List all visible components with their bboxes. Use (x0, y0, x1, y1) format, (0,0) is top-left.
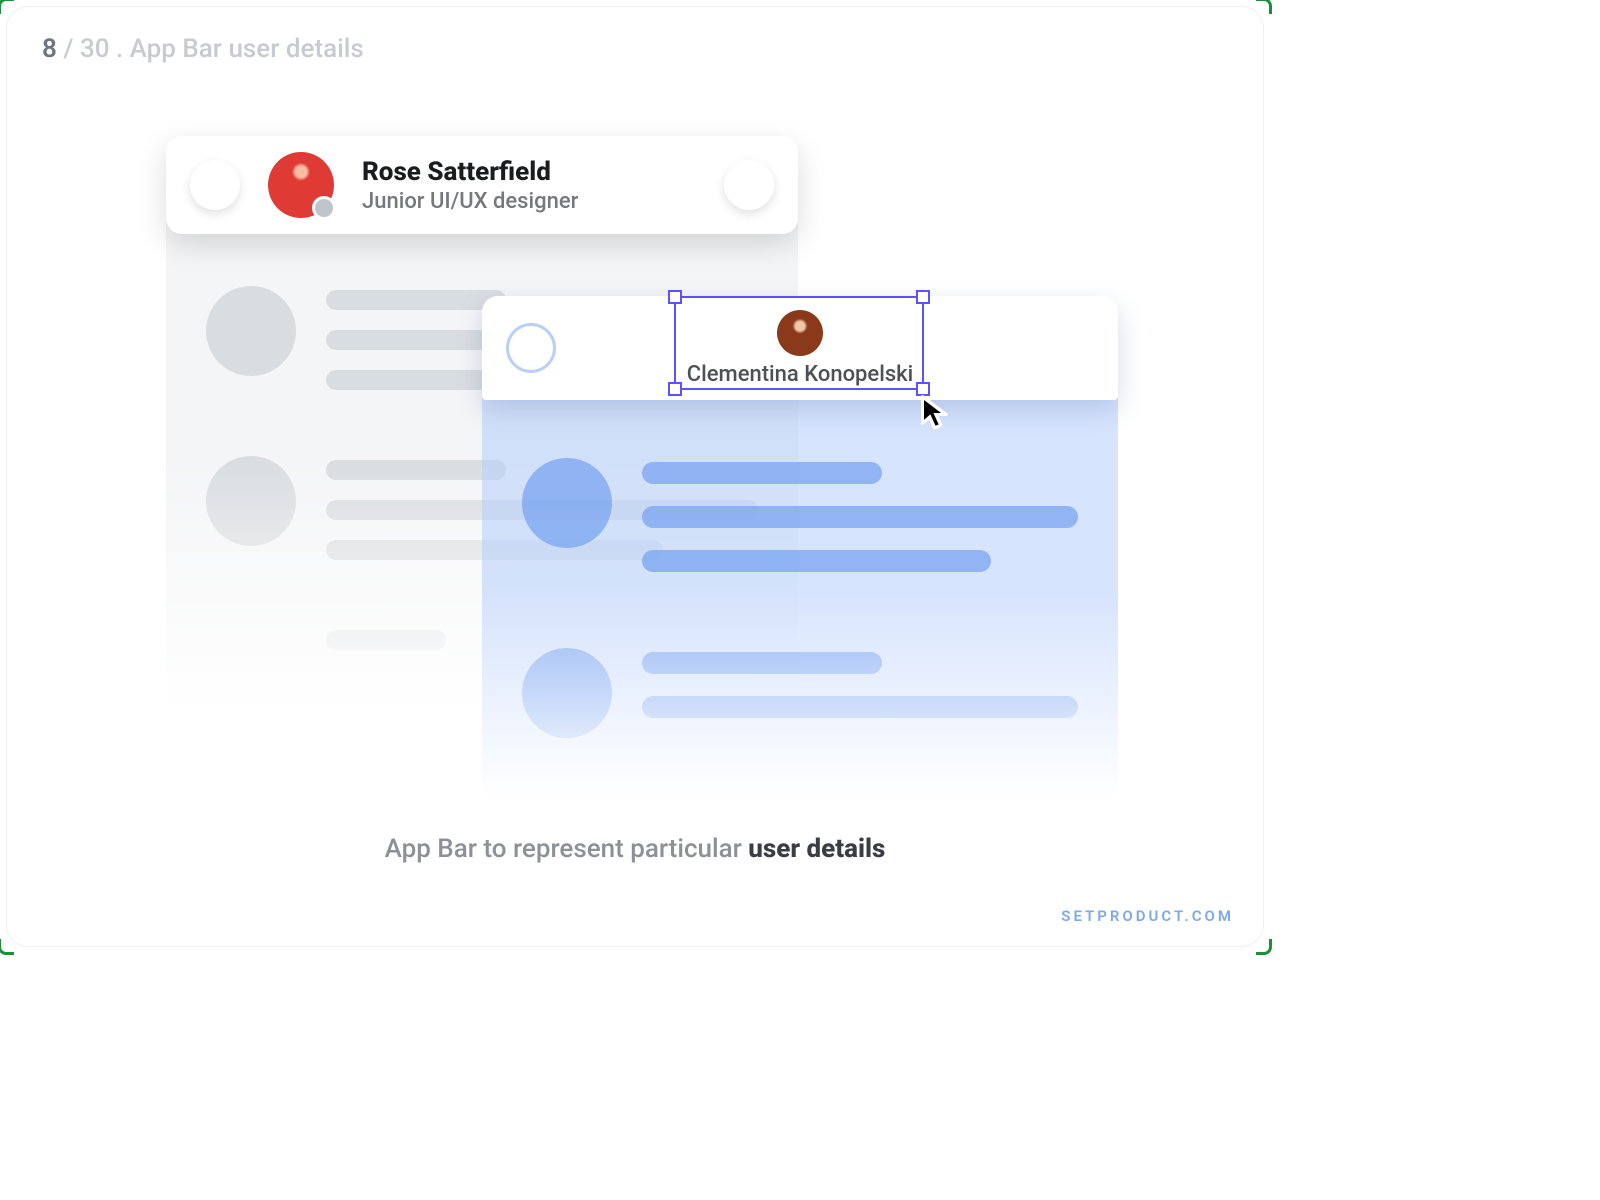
back-button[interactable] (506, 323, 556, 373)
app-bar-user-horizontal: Rose Satterfield Junior UI/UX designer (166, 136, 798, 234)
action-button[interactable] (724, 160, 774, 210)
skeleton-line (642, 506, 1078, 528)
app-bar-user-centered: Clementina Konopelski (482, 296, 1118, 400)
user-role: Junior UI/UX designer (362, 189, 696, 214)
user-name: Rose Satterfield (362, 157, 696, 187)
corner-accent (1256, 939, 1272, 955)
corner-accent (1256, 0, 1272, 14)
page-dot: . (116, 34, 130, 64)
back-button[interactable] (190, 160, 240, 210)
skeleton-card-blue (482, 390, 1118, 800)
corner-accent (0, 939, 14, 955)
corner-accent (0, 0, 14, 14)
skeleton-line (326, 290, 506, 310)
avatar[interactable] (268, 152, 334, 218)
watermark: SETPRODUCT.COM (1061, 907, 1234, 925)
skeleton-line (642, 550, 991, 572)
page-title: App Bar user details (130, 34, 364, 64)
fade-overlay (482, 590, 1118, 800)
skeleton-avatar (206, 286, 296, 376)
user-identity-centered[interactable]: Clementina Konopelski (556, 310, 1044, 387)
cursor-icon (920, 396, 950, 434)
avatar (777, 310, 823, 356)
caption-bold: user details (748, 834, 885, 864)
page-current: 8 (42, 34, 57, 64)
slide-caption: App Bar to represent particular user det… (6, 834, 1264, 864)
skeleton-row (522, 458, 1078, 572)
slide-frame: 8 / 30 . App Bar user details (6, 6, 1264, 947)
skeleton-avatar (522, 458, 612, 548)
caption-prefix: App Bar to represent particular (385, 834, 749, 864)
page-sep: / (63, 34, 80, 64)
user-name: Clementina Konopelski (687, 362, 913, 387)
skeleton-lines (642, 458, 1078, 572)
user-identity: Rose Satterfield Junior UI/UX designer (362, 157, 696, 214)
skeleton-line (642, 462, 882, 484)
page-total: 30 (80, 34, 110, 64)
slide-header: 8 / 30 . App Bar user details (42, 34, 364, 64)
